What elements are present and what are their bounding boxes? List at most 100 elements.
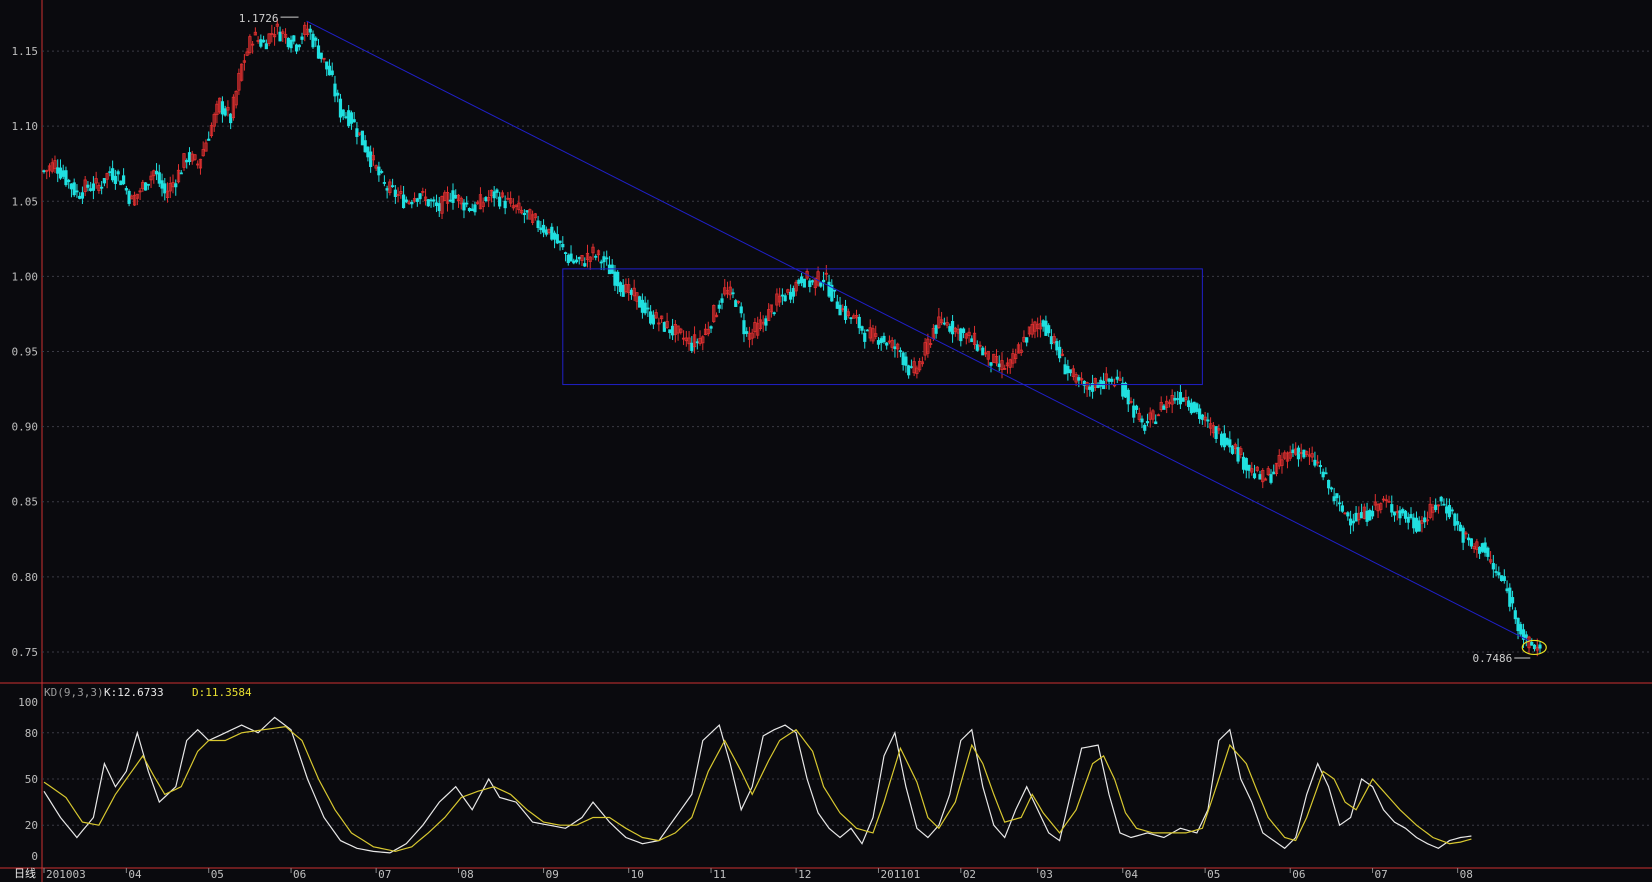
candle-body <box>821 279 826 283</box>
candle-body <box>410 202 414 205</box>
x-tick-label: 04 <box>1125 868 1139 881</box>
candle-body <box>1403 510 1408 519</box>
candle-body <box>143 182 148 191</box>
candle-body <box>366 146 370 158</box>
candle-body <box>1302 449 1306 458</box>
candle-body <box>1434 504 1438 510</box>
price-y-axis: 0.75 0.80 0.85 0.90 0.95 1.00 1.05 1.10 1.15 <box>12 45 39 659</box>
candle-body <box>1047 325 1051 334</box>
candle-body <box>42 170 46 173</box>
candle-body <box>1121 382 1125 397</box>
candle-body <box>1354 512 1358 522</box>
candle-body <box>849 317 853 320</box>
candle-body <box>1225 437 1229 445</box>
candle-body <box>111 168 115 181</box>
candle-body <box>369 151 373 167</box>
candle-body <box>462 202 466 211</box>
price-tick-label: 0.80 <box>12 571 39 584</box>
candle-body <box>1200 414 1204 420</box>
candle-body <box>1412 517 1416 529</box>
candle-body <box>1524 634 1528 638</box>
candle-body <box>857 316 861 329</box>
candle-body <box>522 212 526 216</box>
candle-body <box>525 210 529 213</box>
candle-body <box>102 177 106 184</box>
candle-body <box>1390 504 1394 513</box>
kd-k-line <box>43 716 1472 854</box>
candle-body <box>1049 336 1053 345</box>
candle-body <box>1338 502 1342 505</box>
candle-body <box>187 152 192 163</box>
candle-body <box>1192 401 1196 413</box>
kd-d-value: D:11.3584 <box>192 686 252 699</box>
candle-body <box>437 203 441 212</box>
candle-body <box>484 197 488 202</box>
candle-body <box>58 167 63 179</box>
price-tick-label: 1.10 <box>12 120 39 133</box>
candle-body <box>1478 546 1482 554</box>
candle-body <box>229 113 233 124</box>
price-tick-label: 0.95 <box>12 346 39 359</box>
x-tick-label: 201003 <box>46 868 86 881</box>
candle-body <box>1214 426 1218 439</box>
candle-body <box>909 366 914 368</box>
candle-body <box>1058 346 1062 359</box>
candle-body <box>327 65 332 76</box>
candle-body <box>621 284 625 297</box>
candle-body <box>1228 439 1232 448</box>
chart-canvas: 0.75 0.80 0.85 0.90 0.95 1.00 1.05 1.10 1.15 1.1… <box>0 0 1652 882</box>
candle-body <box>316 45 321 59</box>
x-tick-label: 11 <box>713 868 726 881</box>
candle-body <box>418 193 422 200</box>
candle-body <box>1348 518 1353 526</box>
candle-body <box>451 190 455 203</box>
candle-body <box>448 199 452 202</box>
candle-body <box>989 362 993 366</box>
candle-body <box>1099 379 1103 387</box>
candle-body <box>1269 474 1273 483</box>
candle-body <box>613 271 617 286</box>
candle-body <box>745 331 749 334</box>
candle-body <box>561 243 565 248</box>
candle-body <box>319 52 323 59</box>
candle-body <box>1530 642 1534 646</box>
candle-body <box>876 340 881 345</box>
candle-body <box>1044 320 1048 336</box>
candle-body <box>1327 479 1331 489</box>
kd-tick-label: 20 <box>25 819 38 832</box>
candle-body <box>1502 576 1506 581</box>
candle-body <box>404 199 408 203</box>
candle-body <box>261 39 266 43</box>
candle-body <box>69 183 74 190</box>
candle-body <box>311 33 315 48</box>
candle-body <box>498 196 502 207</box>
candle-body <box>959 328 963 342</box>
candle-body <box>907 365 911 376</box>
period-label[interactable]: 日线 <box>14 866 36 880</box>
x-tick-label: 06 <box>1292 868 1305 881</box>
candle-body <box>401 194 406 209</box>
candle-body <box>1456 521 1460 525</box>
candle-body <box>174 183 178 188</box>
x-tick-label: 02 <box>963 868 976 881</box>
candle-body <box>1406 516 1410 523</box>
candle-body <box>503 200 507 209</box>
candle-body <box>838 304 842 316</box>
candle-body <box>1230 445 1235 454</box>
candle-body <box>72 182 76 196</box>
price-tick-label: 1.05 <box>12 195 39 208</box>
candle-body <box>1423 517 1427 523</box>
candle-body <box>1115 376 1119 380</box>
candle-body <box>259 39 263 47</box>
x-tick-label: 07 <box>378 868 391 881</box>
candle-body <box>61 170 65 177</box>
candle-body <box>1176 398 1180 400</box>
kd-k-value: K:12.6733 <box>104 686 164 699</box>
candle-body <box>1077 377 1081 381</box>
candle-body <box>981 347 985 356</box>
candle-body <box>1519 624 1523 635</box>
candle-body <box>942 322 946 325</box>
high-price-label: 1.1726 <box>239 12 279 25</box>
candle-body <box>1439 496 1443 502</box>
candle-body <box>709 326 713 329</box>
